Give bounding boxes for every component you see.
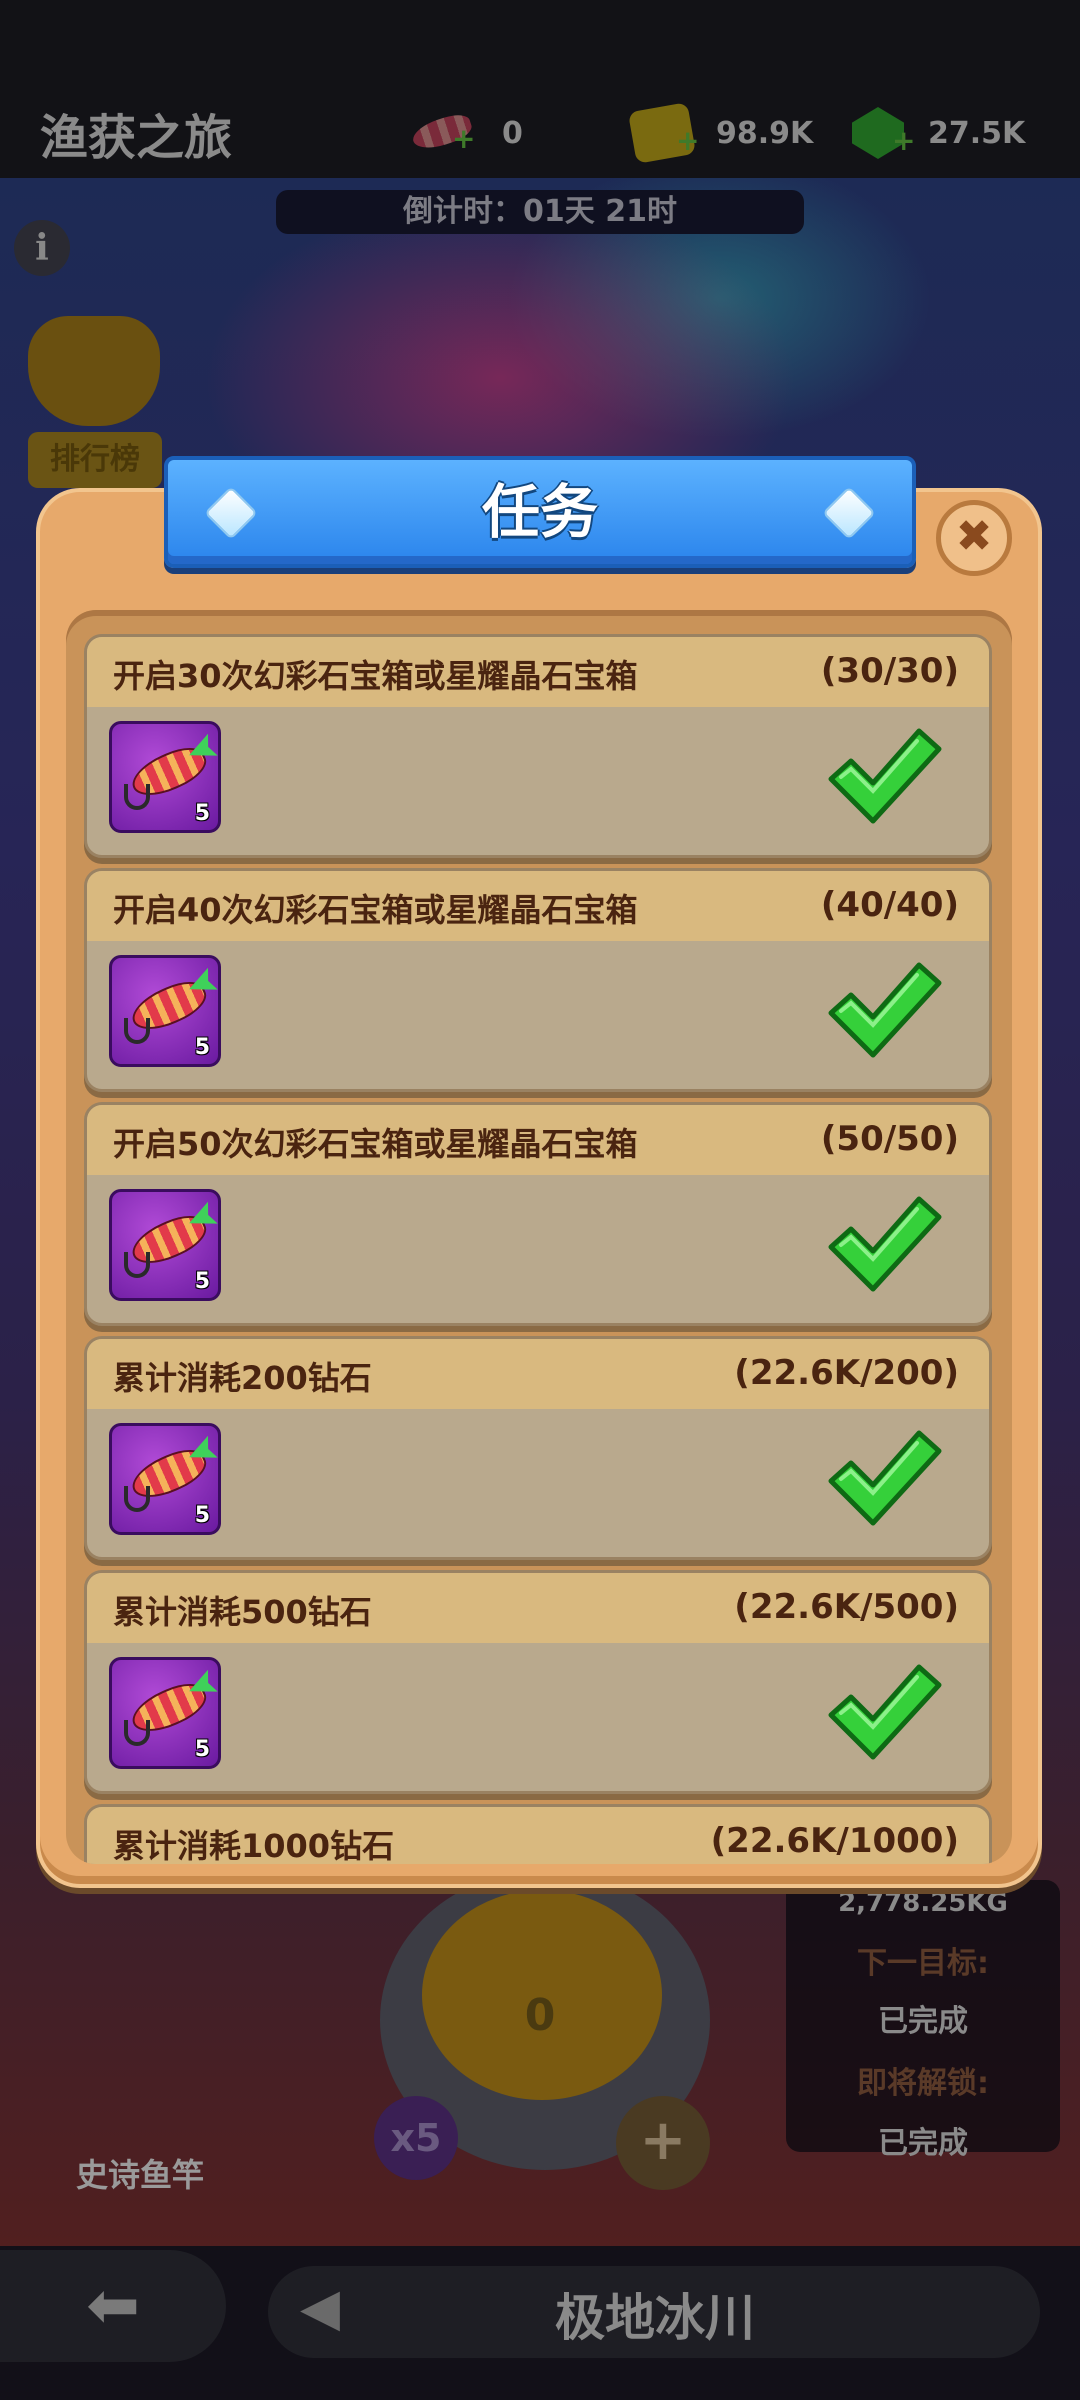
task-title: 累计消耗200钻石 [113, 1359, 372, 1397]
reward-quantity: 5 [194, 1035, 210, 1060]
checkmark-icon [828, 1664, 942, 1760]
task-header: 累计消耗200钻石 (22.6K/200) [87, 1339, 989, 1409]
task-title: 累计消耗1000钻石 [113, 1827, 395, 1864]
trophy-icon[interactable] [28, 316, 160, 426]
zone-name: 极地冰川 [555, 2289, 755, 2347]
weight-value: 2,778.25KG [838, 1888, 1008, 1918]
task-header: 开启50次幻彩石宝箱或星耀晶石宝箱 (50/50) [87, 1105, 989, 1175]
task-progress: (30/30) [820, 651, 959, 691]
gem-count: 27.5K [928, 115, 1026, 151]
task-title: 开启50次幻彩石宝箱或星耀晶石宝箱 [113, 1125, 638, 1163]
task-header: 累计消耗500钻石 (22.6K/500) [87, 1573, 989, 1643]
next-goal-value: 已完成 [878, 2004, 968, 2039]
multiplier-button[interactable]: x5 [374, 2096, 458, 2180]
task-modal: 开启30次幻彩石宝箱或星耀晶石宝箱 (30/30) 5 开启40次幻彩石宝箱或星… [36, 488, 1042, 1888]
close-icon[interactable]: ✖ [936, 500, 1012, 576]
reward-lure-item[interactable]: 5 [109, 955, 221, 1067]
task-progress: (50/50) [820, 1119, 959, 1159]
info-icon[interactable]: i [14, 220, 70, 276]
left-arrow-icon[interactable]: ◀ [300, 2278, 340, 2338]
reward-quantity: 5 [194, 1269, 210, 1294]
task-card: 累计消耗1000钻石 (22.6K/1000) [84, 1804, 992, 1864]
reward-lure-item[interactable]: 5 [109, 1657, 221, 1769]
task-card: 累计消耗200钻石 (22.6K/200) 5 [84, 1336, 992, 1560]
goal-panel: 2,778.25KG 下一目标: 已完成 即将解锁: 已完成 [786, 1880, 1060, 2161]
task-progress: (22.6K/1000) [710, 1821, 959, 1861]
lure-resource[interactable]: + 0 [404, 98, 523, 168]
task-progress: (22.6K/200) [734, 1353, 959, 1393]
reward-lure-item[interactable]: 5 [109, 721, 221, 833]
checkmark-icon [828, 728, 942, 824]
rod-label: 史诗鱼竿 [76, 2156, 205, 2194]
back-arrow-icon[interactable]: ⬅ [0, 2250, 226, 2362]
hook-icon [124, 1018, 150, 1044]
event-title: 渔获之旅 [40, 110, 233, 166]
task-card: 开启30次幻彩石宝箱或星耀晶石宝箱 (30/30) 5 [84, 634, 992, 858]
reward-quantity: 5 [194, 1737, 210, 1762]
hook-icon [124, 1252, 150, 1278]
modal-title-banner: 任务 [164, 456, 916, 568]
leaderboard-button[interactable]: 排行榜 [28, 432, 162, 488]
task-card: 开启50次幻彩石宝箱或星耀晶石宝箱 (50/50) 5 [84, 1102, 992, 1326]
task-card: 累计消耗500钻石 (22.6K/500) 5 [84, 1570, 992, 1794]
gold-resource[interactable]: + 98.9K [627, 98, 814, 168]
task-header: 开启30次幻彩石宝箱或星耀晶石宝箱 (30/30) [87, 637, 989, 707]
task-list[interactable]: 开启30次幻彩石宝箱或星耀晶石宝箱 (30/30) 5 开启40次幻彩石宝箱或星… [66, 610, 1012, 1864]
hook-icon [124, 1486, 150, 1512]
top-bar: 渔获之旅 + 0 + 98.9K + 27.5K [0, 0, 1080, 178]
reel-lure-count: 0 [524, 1990, 556, 2041]
gold-count: 98.9K [716, 115, 814, 151]
reward-quantity: 5 [194, 1503, 210, 1528]
reward-lure-item[interactable]: 5 [109, 1189, 221, 1301]
unlock-value: 已完成 [878, 2126, 968, 2161]
task-title: 开启30次幻彩石宝箱或星耀晶石宝箱 [113, 657, 638, 695]
lure-count: 0 [502, 115, 523, 151]
task-header: 开启40次幻彩石宝箱或星耀晶石宝箱 (40/40) [87, 871, 989, 941]
task-title: 开启40次幻彩石宝箱或星耀晶石宝箱 [113, 891, 638, 929]
modal-title: 任务 [481, 478, 598, 546]
checkmark-icon [828, 1430, 942, 1526]
hook-icon [124, 784, 150, 810]
checkmark-icon [828, 1196, 942, 1292]
add-lure-button[interactable]: + [616, 2096, 710, 2190]
reward-lure-item[interactable]: 5 [109, 1423, 221, 1535]
reward-quantity: 5 [194, 801, 210, 826]
countdown-timer: 倒计时：01天 21时 [276, 190, 804, 234]
plus-icon: + [676, 124, 700, 157]
task-progress: (22.6K/500) [734, 1587, 959, 1627]
task-progress: (40/40) [820, 885, 959, 925]
checkmark-icon [828, 962, 942, 1058]
hook-icon [124, 1720, 150, 1746]
next-goal-label: 下一目标: [857, 1946, 989, 1981]
plus-icon: + [892, 124, 916, 157]
task-card: 开启40次幻彩石宝箱或星耀晶石宝箱 (40/40) 5 [84, 868, 992, 1092]
plus-icon: + [452, 122, 476, 155]
task-header: 累计消耗1000钻石 (22.6K/1000) [87, 1807, 989, 1864]
task-title: 累计消耗500钻石 [113, 1593, 372, 1631]
unlock-label: 即将解锁: [857, 2066, 989, 2101]
gem-resource[interactable]: + 27.5K [852, 98, 1025, 168]
